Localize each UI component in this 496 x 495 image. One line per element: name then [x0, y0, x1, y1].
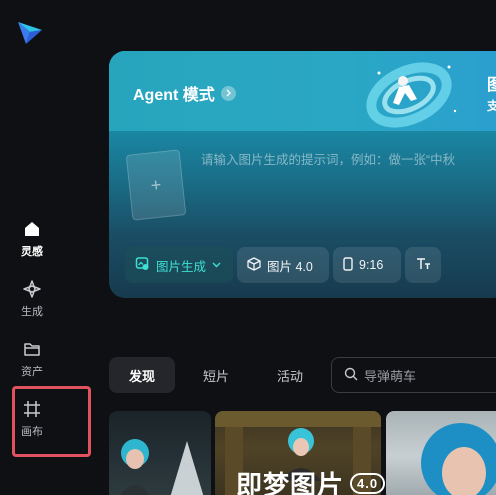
- tab-activity[interactable]: 活动: [262, 357, 318, 393]
- phone-portrait-icon: [343, 256, 353, 274]
- gallery-item[interactable]: [386, 411, 496, 495]
- chevron-right-icon: [220, 85, 236, 101]
- app-window: 灵感 生成 资产 画布 Agent 模式 图 支 + 请输入图片生成的提示词，例…: [0, 0, 496, 495]
- sidebar-item-inspiration[interactable]: 灵感: [12, 218, 52, 259]
- sidebar-item-assets[interactable]: 资产: [12, 338, 52, 379]
- feature-subtitle: 支: [487, 99, 496, 113]
- gallery-thumbnail-image: [120, 439, 204, 495]
- gallery-item[interactable]: [109, 411, 211, 495]
- banner-title: 即梦图片 4.0: [236, 465, 386, 495]
- cube-icon: [247, 256, 261, 274]
- sidebar-item-label: 资产: [21, 366, 43, 378]
- feature-title: 图: [487, 77, 496, 94]
- sidebar-item-label: 生成: [21, 306, 43, 318]
- image-generate-icon: [135, 256, 150, 274]
- tab-short-film[interactable]: 短片: [188, 357, 244, 393]
- generate-mode-dropdown[interactable]: 图片生成: [125, 247, 233, 283]
- folder-icon: [21, 338, 43, 360]
- agent-mode-title[interactable]: Agent 模式: [133, 81, 236, 105]
- agent-mode-card[interactable]: Agent 模式 图 支 + 请输入图片生成的提示词，例如：做一张“中秋 图片生…: [109, 51, 496, 298]
- tab-discover[interactable]: 发现: [109, 357, 175, 393]
- gallery-thumbnail-image: [421, 423, 496, 495]
- prompt-input[interactable]: 请输入图片生成的提示词，例如：做一张“中秋: [201, 149, 455, 168]
- sidebar-item-generate[interactable]: 生成: [12, 278, 52, 319]
- text-style-button[interactable]: [405, 247, 441, 283]
- plus-icon: +: [149, 174, 163, 195]
- sparkle-diamond-icon: [21, 278, 43, 300]
- search-icon: [344, 367, 358, 384]
- model-selector[interactable]: 图片 4.0: [237, 247, 329, 283]
- aspect-ratio-selector[interactable]: 9:16: [333, 247, 401, 283]
- search-input[interactable]: 导弹萌车: [331, 357, 496, 393]
- agent-hero-illustration: [366, 62, 457, 128]
- home-icon: [21, 218, 43, 240]
- app-logo[interactable]: [16, 18, 44, 46]
- search-placeholder: 导弹萌车: [364, 368, 417, 384]
- sidebar-item-label: 灵感: [21, 246, 43, 258]
- version-badge: 4.0: [350, 473, 386, 494]
- reference-image-upload[interactable]: +: [125, 149, 187, 221]
- chevron-down-icon: [212, 258, 221, 272]
- selection-highlight: [12, 386, 91, 457]
- text-format-icon: [416, 257, 431, 274]
